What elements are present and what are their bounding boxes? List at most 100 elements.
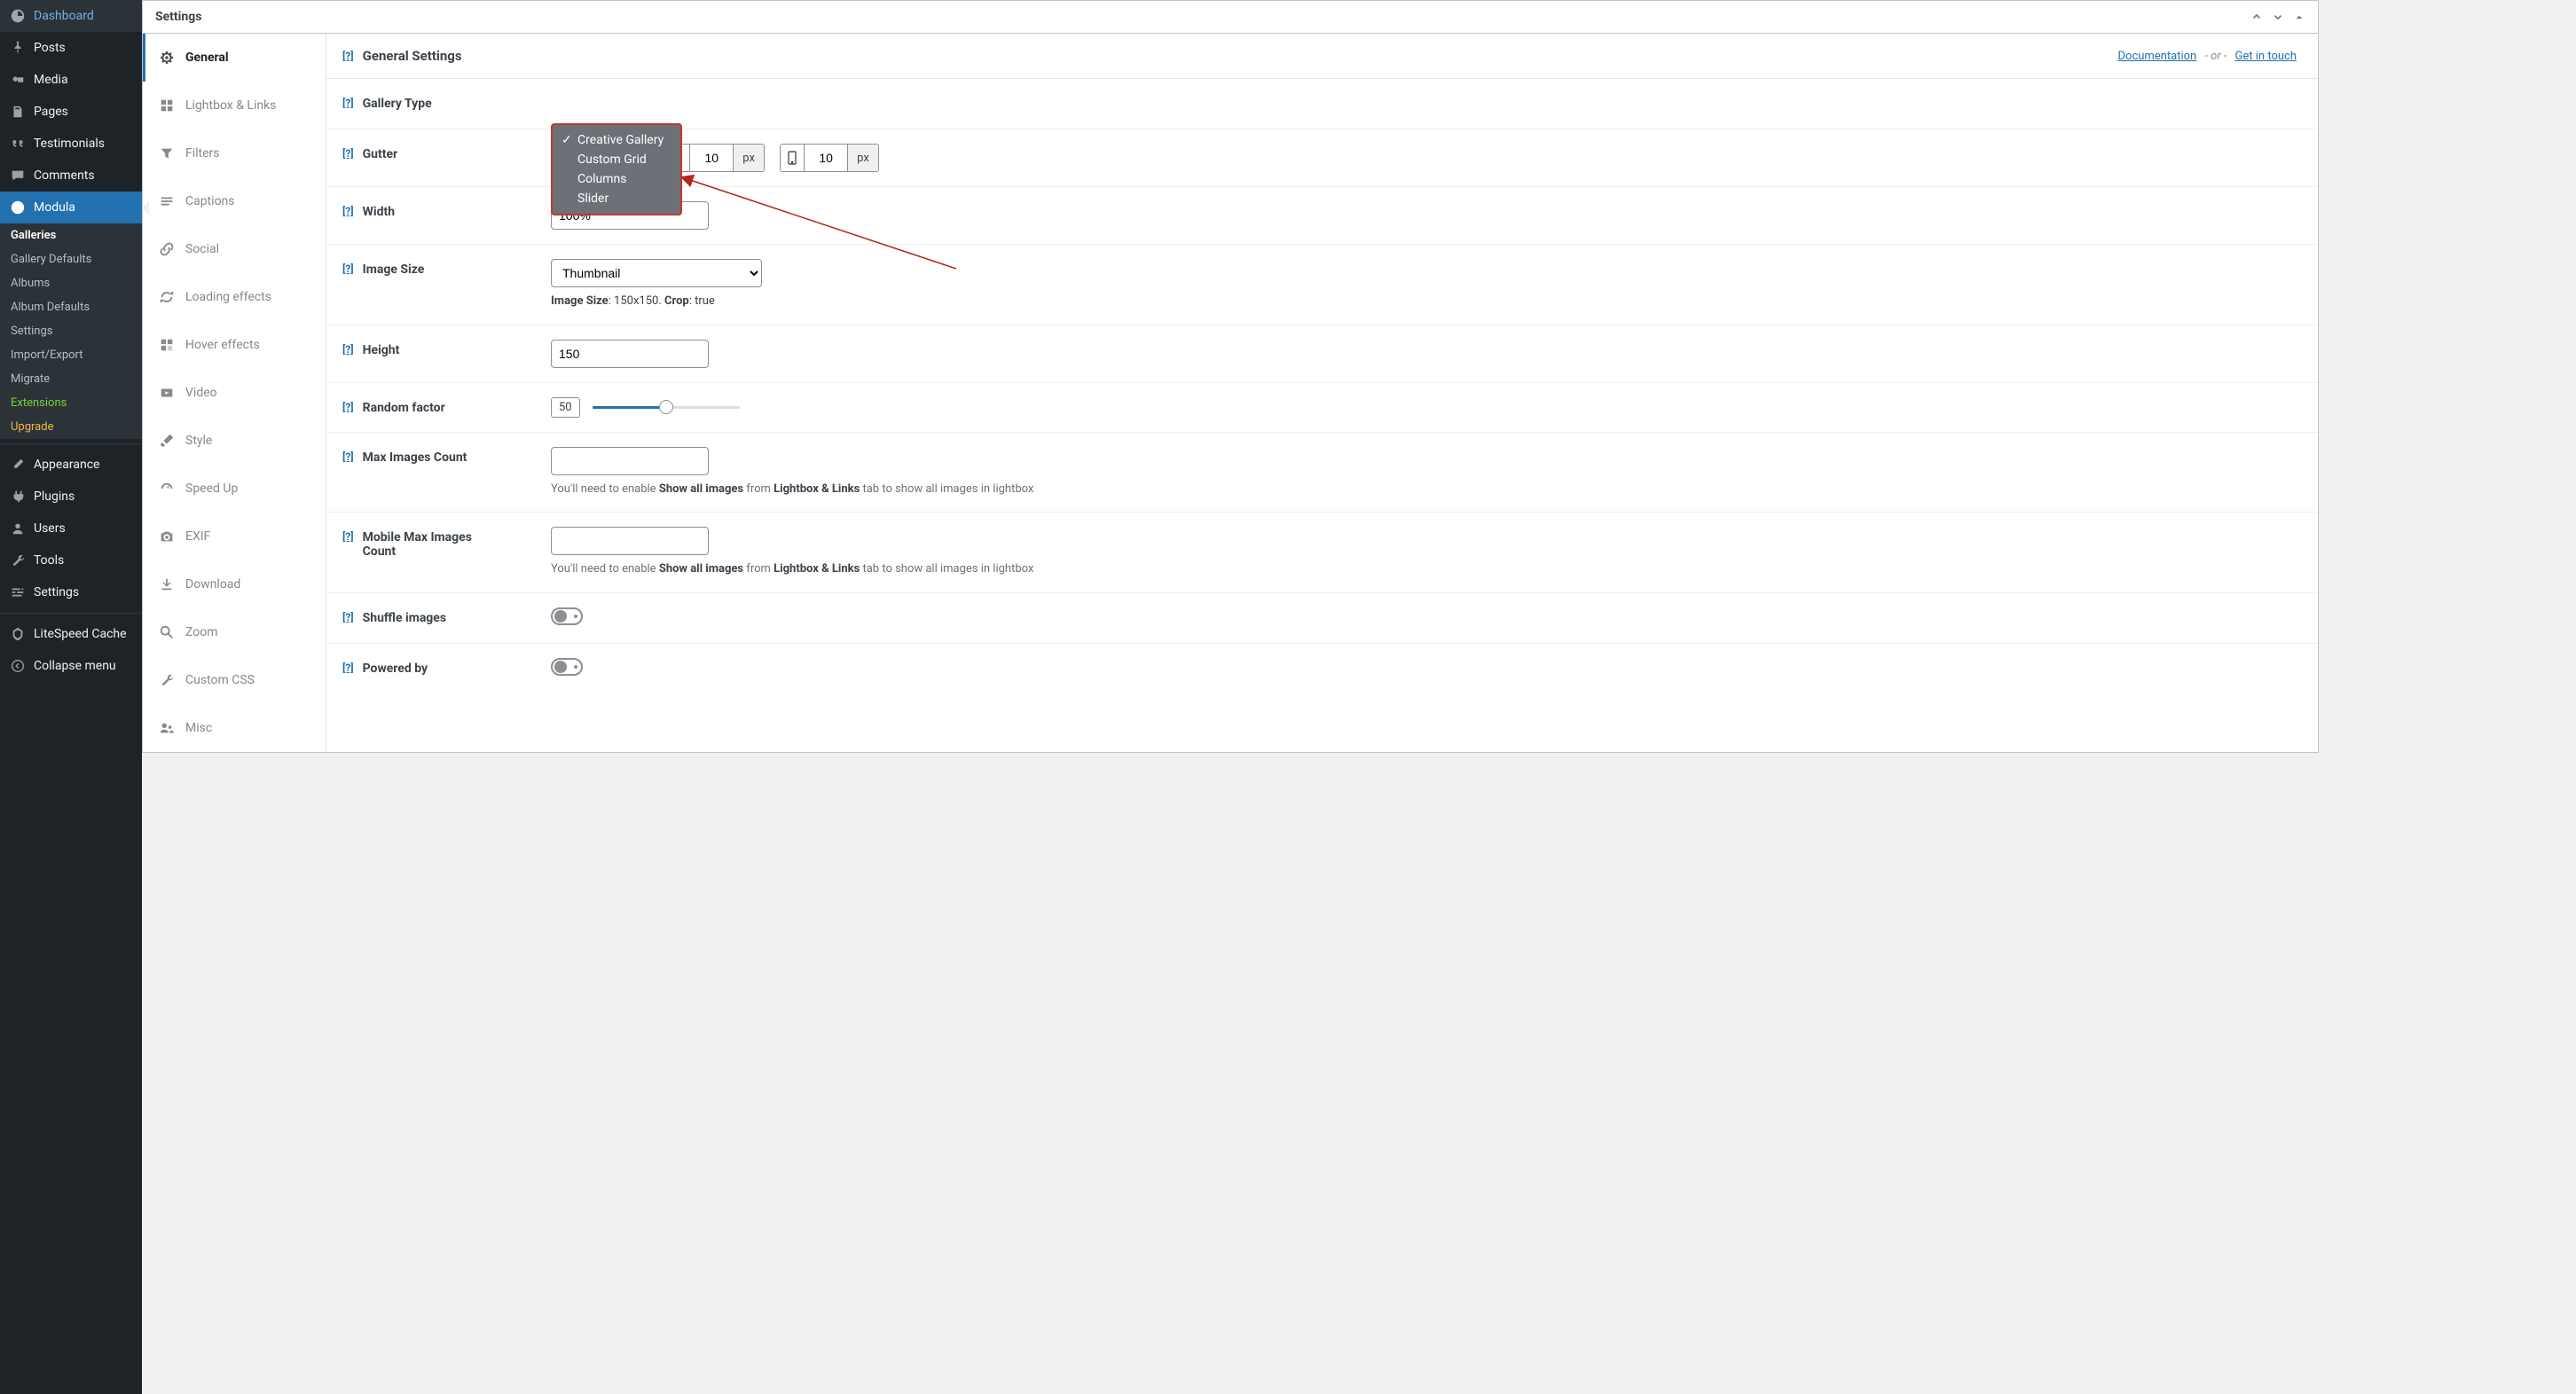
tab-loading-effects[interactable]: Loading effects	[143, 273, 326, 321]
brush-icon	[9, 456, 27, 474]
tab-download[interactable]: Download	[143, 560, 326, 608]
panel-toggle-icon[interactable]	[2293, 11, 2305, 23]
desc-bold: Lightbox & Links	[774, 562, 860, 576]
tab-zoom[interactable]: Zoom	[143, 608, 326, 656]
tab-misc[interactable]: Misc	[143, 704, 326, 752]
sidebar-item-pages[interactable]: Pages	[0, 96, 142, 128]
tab-label: EXIF	[185, 529, 210, 544]
gutter-mobile-value[interactable]	[805, 145, 847, 171]
people-icon	[159, 720, 175, 736]
comment-icon	[9, 167, 27, 184]
tab-general[interactable]: General	[143, 34, 326, 82]
slider-thumb[interactable]	[659, 400, 673, 414]
tab-speed-up[interactable]: Speed Up	[143, 465, 326, 513]
powered-toggle[interactable]	[551, 658, 583, 676]
tab-custom-css[interactable]: Custom CSS	[143, 656, 326, 704]
submenu-gallery-defaults[interactable]: Gallery Defaults	[0, 247, 142, 271]
submenu-albums[interactable]: Albums	[0, 271, 142, 295]
tab-label: Social	[185, 242, 219, 256]
shuffle-toggle[interactable]	[551, 607, 583, 625]
tab-label: Lightbox & Links	[185, 98, 276, 113]
tab-video[interactable]: Video	[143, 369, 326, 417]
sidebar-item-users[interactable]: Users	[0, 513, 142, 544]
sidebar-item-litespeed[interactable]: LiteSpeed Cache	[0, 618, 142, 650]
admin-sidebar: Dashboard Posts Media Pages Testimonials…	[0, 0, 142, 1394]
submenu-upgrade[interactable]: Upgrade	[0, 415, 142, 439]
option-custom-grid[interactable]: Custom Grid	[553, 150, 680, 169]
random-factor-slider[interactable]	[593, 406, 740, 409]
quote-icon	[9, 135, 27, 153]
sidebar-item-appearance[interactable]: Appearance	[0, 449, 142, 481]
sidebar-item-collapse[interactable]: Collapse menu	[0, 650, 142, 682]
field-label-text: Shuffle images	[363, 611, 446, 625]
desc-text: You'll need to enable	[551, 482, 659, 496]
max-images-input[interactable]	[551, 447, 709, 475]
help-badge[interactable]: [?]	[342, 97, 354, 109]
sidebar-item-posts[interactable]: Posts	[0, 32, 142, 64]
help-badge[interactable]: [?]	[342, 611, 354, 623]
submenu-migrate[interactable]: Migrate	[0, 367, 142, 391]
sidebar-item-plugins[interactable]: Plugins	[0, 481, 142, 513]
submenu-extensions[interactable]: Extensions	[0, 391, 142, 415]
help-badge[interactable]: [?]	[342, 343, 354, 356]
sidebar-item-tools[interactable]: Tools	[0, 544, 142, 576]
gauge-icon	[159, 481, 175, 497]
get-in-touch-link[interactable]: Get in touch	[2235, 50, 2297, 63]
help-badge[interactable]: [?]	[342, 147, 354, 160]
pages-icon	[9, 103, 27, 121]
gallery-type-dropdown[interactable]: Creative Gallery Custom Grid Columns Sli…	[551, 123, 682, 215]
sidebar-item-modula[interactable]: Modula	[0, 192, 142, 223]
link-icon	[159, 241, 175, 257]
sidebar-item-comments[interactable]: Comments	[0, 160, 142, 192]
tab-label: Misc	[185, 721, 212, 735]
modula-icon	[9, 199, 27, 216]
gutter-mobile-input[interactable]: px	[780, 144, 879, 172]
tab-exif[interactable]: EXIF	[143, 513, 326, 560]
help-badge[interactable]: [?]	[342, 262, 354, 275]
tab-captions[interactable]: Captions	[143, 177, 326, 225]
sidebar-item-media[interactable]: Media	[0, 64, 142, 96]
help-badge[interactable]: [?]	[342, 205, 354, 217]
refresh-icon	[159, 289, 175, 305]
image-size-desc-label: Image Size	[551, 294, 609, 308]
help-badge[interactable]: [?]	[342, 662, 354, 674]
desc-text: from	[743, 482, 774, 496]
image-size-select[interactable]: Thumbnail	[551, 259, 762, 287]
documentation-link[interactable]: Documentation	[2118, 50, 2197, 63]
sidebar-label: Modula	[34, 200, 75, 215]
sidebar-item-dashboard[interactable]: Dashboard	[0, 0, 142, 32]
panel-down-icon[interactable]	[2272, 11, 2284, 23]
submenu-galleries[interactable]: Galleries	[0, 223, 142, 247]
plug-icon	[9, 488, 27, 505]
sidebar-label: Pages	[34, 105, 68, 119]
help-badge[interactable]: [?]	[342, 401, 354, 413]
settings-content: [?] General Settings Documentation - or …	[326, 34, 2318, 752]
separator-text: - or -	[2204, 50, 2227, 63]
help-badge[interactable]: [?]	[342, 450, 354, 463]
sidebar-item-testimonials[interactable]: Testimonials	[0, 128, 142, 160]
submenu-album-defaults[interactable]: Album Defaults	[0, 295, 142, 319]
gutter-tablet-value[interactable]	[690, 145, 733, 171]
panel-up-icon[interactable]	[2250, 11, 2263, 23]
sidebar-item-settings[interactable]: Settings	[0, 576, 142, 608]
help-badge[interactable]: [?]	[342, 50, 354, 62]
help-badge[interactable]: [?]	[342, 530, 354, 543]
submenu-import-export[interactable]: Import/Export	[0, 343, 142, 367]
tab-hover-effects[interactable]: Hover effects	[143, 321, 326, 369]
media-icon	[9, 71, 27, 89]
download-icon	[159, 576, 175, 592]
height-input[interactable]	[551, 340, 709, 368]
mobile-max-images-input[interactable]	[551, 527, 709, 555]
tab-social[interactable]: Social	[143, 225, 326, 273]
tab-lightbox[interactable]: Lightbox & Links	[143, 82, 326, 129]
sidebar-label: Tools	[34, 553, 64, 568]
tab-style[interactable]: Style	[143, 417, 326, 465]
option-slider[interactable]: Slider	[553, 189, 680, 208]
tab-filters[interactable]: Filters	[143, 129, 326, 177]
submenu-settings[interactable]: Settings	[0, 319, 142, 343]
sidebar-label: Collapse menu	[34, 659, 116, 673]
option-columns[interactable]: Columns	[553, 169, 680, 189]
option-creative-gallery[interactable]: Creative Gallery	[553, 130, 680, 150]
field-gallery-type: [?] Gallery Type	[326, 79, 2318, 129]
sidebar-label: Media	[34, 73, 68, 87]
